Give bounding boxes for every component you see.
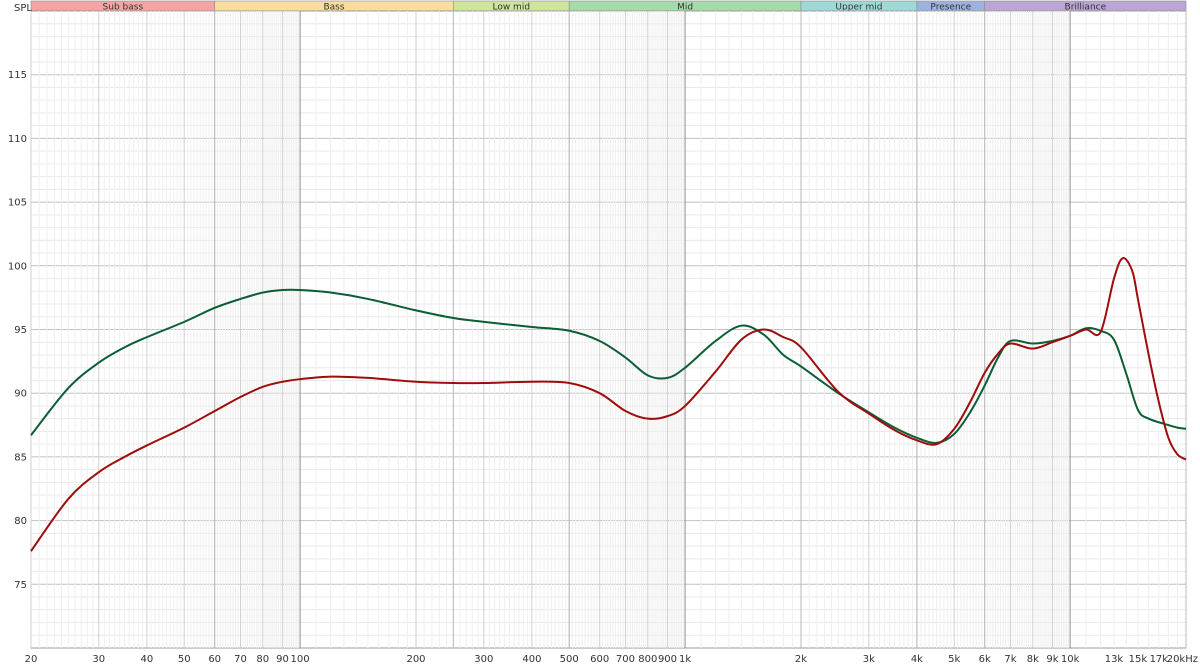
y-axis-ticks: 75 80 85 90 95 100 105 110 115: [8, 70, 27, 591]
frequency-response-chart: Sub bass Bass Low mid Mid Upper mid Presence B…: [8, 0, 1198, 665]
x-tick-label: 400: [522, 654, 541, 665]
x-tick-label: 700: [616, 654, 635, 665]
x-tick-label: 40: [141, 654, 154, 665]
y-tick-label: 110: [8, 134, 27, 145]
y-tick-label: 90: [14, 389, 27, 400]
x-axis-ticks: 20 30 40 50 60 70 80 90 100 200 300 400 500 600 700 800…: [25, 654, 1198, 665]
y-tick-label: 105: [8, 198, 27, 209]
x-tick-label: 600: [590, 654, 609, 665]
grid: [30, 10, 1187, 649]
x-tick-label: 500: [560, 654, 579, 665]
x-tick-label: 60: [208, 654, 221, 665]
x-tick-label: 7k: [1004, 654, 1016, 665]
x-tick-label: 9k: [1046, 654, 1058, 665]
x-tick-label: 13k: [1105, 654, 1124, 665]
x-tick-label: 20: [25, 654, 38, 665]
y-tick-label: 80: [14, 516, 27, 527]
x-tick-label: 20kHz: [1167, 654, 1198, 665]
x-tick-label: 800: [638, 654, 657, 665]
x-tick-label: 4k: [911, 654, 923, 665]
x-tick-label: 15k: [1129, 654, 1148, 665]
x-tick-label: 6k: [979, 654, 991, 665]
x-tick-label: 8k: [1027, 654, 1039, 665]
y-tick-label: 115: [8, 70, 27, 81]
x-tick-label: 80: [256, 654, 269, 665]
x-tick-label: 200: [406, 654, 425, 665]
x-tick-label: 5k: [948, 654, 960, 665]
x-tick-label: 30: [92, 654, 105, 665]
x-tick-label: 100: [291, 654, 310, 665]
x-tick-label: 90: [276, 654, 289, 665]
x-tick-label: 50: [178, 654, 191, 665]
y-tick-label: 95: [14, 325, 27, 336]
x-tick-label: 900: [658, 654, 677, 665]
y-tick-label: 100: [8, 261, 27, 272]
y-tick-label: 75: [14, 580, 27, 591]
y-tick-label: 85: [14, 452, 27, 463]
x-tick-label: 17k: [1150, 654, 1169, 665]
x-tick-label: 2k: [795, 654, 807, 665]
x-tick-label: 70: [234, 654, 247, 665]
x-tick-label: 3k: [863, 654, 875, 665]
y-axis-label: SPL: [14, 3, 32, 14]
x-tick-label: 10k: [1061, 654, 1080, 665]
x-tick-label: 1k: [679, 654, 691, 665]
x-tick-label: 300: [474, 654, 493, 665]
